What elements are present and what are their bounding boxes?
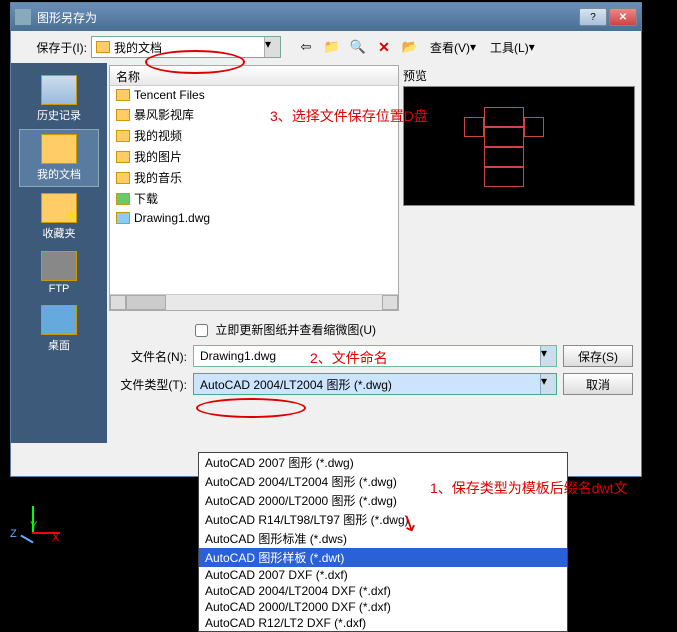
filetype-label: 文件类型(T): [115, 376, 187, 393]
folder-icon [116, 172, 130, 184]
folder-icon [116, 109, 130, 121]
list-item[interactable]: 我的视频 [110, 125, 398, 146]
file-list[interactable]: 名称 Tencent Files 暴风影视库 我的视频 我的图片 我的音乐 下载… [109, 65, 399, 311]
scroll-thumb[interactable] [126, 295, 166, 310]
sidebar-item-history[interactable]: 历史记录 [19, 71, 99, 127]
list-item[interactable]: 我的音乐 [110, 167, 398, 188]
titlebar[interactable]: 图形另存为 ? ✕ [11, 3, 641, 31]
close-button[interactable]: ✕ [609, 8, 637, 26]
chevron-down-icon[interactable]: ▾ [540, 374, 556, 394]
new-folder-button[interactable]: 📂 [399, 36, 421, 58]
scroll-left-icon[interactable] [110, 295, 126, 310]
save-in-combo[interactable]: 我的文档 ▾ [91, 36, 281, 58]
delete-button[interactable]: ✕ [373, 36, 395, 58]
places-sidebar: 历史记录 我的文档 收藏夹 FTP 桌面 [11, 63, 107, 443]
folder-icon [116, 89, 130, 101]
sidebar-item-desktop[interactable]: 桌面 [19, 301, 99, 357]
preview-label: 预览 [403, 65, 635, 86]
back-button[interactable]: ⇦ [295, 36, 317, 58]
update-thumbnail-label: 立即更新图纸并查看缩微图(U) [215, 323, 376, 337]
list-item[interactable]: 暴风影视库 [110, 104, 398, 125]
top-toolbar: 保存于(I): 我的文档 ▾ ⇦ 📁 🔍 ✕ 📂 查看(V) ▾ 工具(L) ▾ [11, 31, 641, 63]
scroll-right-icon[interactable] [382, 295, 398, 310]
update-thumbnail-checkbox[interactable] [195, 324, 208, 337]
filetype-combo[interactable]: AutoCAD 2004/LT2004 图形 (*.dwg) ▾ [193, 373, 557, 395]
help-button[interactable]: ? [579, 8, 607, 26]
cancel-button[interactable]: 取消 [563, 373, 633, 395]
sidebar-item-ftp[interactable]: FTP [19, 247, 99, 299]
filetype-option[interactable]: AutoCAD R12/LT2 DXF (*.dxf) [199, 615, 567, 631]
app-icon [15, 9, 31, 25]
save-as-dialog: 图形另存为 ? ✕ 保存于(I): 我的文档 ▾ ⇦ 📁 🔍 ✕ 📂 查看(V)… [10, 2, 642, 477]
download-icon [116, 193, 130, 205]
filetype-option[interactable]: AutoCAD 2000/LT2000 图形 (*.dwg) [199, 491, 567, 510]
preview-panel: 预览 [403, 65, 635, 311]
filename-value: Drawing1.dwg [200, 349, 276, 363]
filename-label: 文件名(N): [115, 348, 187, 365]
favorites-icon [41, 193, 77, 223]
view-menu[interactable]: 查看(V) ▾ [425, 36, 481, 58]
filetype-option[interactable]: AutoCAD 2000/LT2000 DXF (*.dxf) [199, 599, 567, 615]
up-folder-button[interactable]: 📁 [321, 36, 343, 58]
sidebar-item-favorites[interactable]: 收藏夹 [19, 189, 99, 245]
folder-icon [96, 41, 110, 53]
filetype-value: AutoCAD 2004/LT2004 图形 (*.dwg) [200, 376, 392, 393]
update-thumbnail-checkbox-row: 立即更新图纸并查看缩微图(U) [115, 317, 633, 342]
ucs-axis-icon: Y X Z [10, 492, 60, 542]
list-item[interactable]: Drawing1.dwg [110, 209, 398, 227]
chevron-down-icon[interactable]: ▾ [540, 346, 556, 366]
folder-icon [116, 151, 130, 163]
filetype-option-selected[interactable]: AutoCAD 图形样板 (*.dwt) [199, 548, 567, 567]
desktop-icon [41, 305, 77, 335]
list-item[interactable]: 下载 [110, 188, 398, 209]
sidebar-item-mydocs[interactable]: 我的文档 [19, 129, 99, 187]
dwg-icon [116, 212, 130, 224]
chevron-down-icon[interactable]: ▾ [264, 37, 280, 57]
filetype-option[interactable]: AutoCAD 图形标准 (*.dws) [199, 529, 567, 548]
save-button[interactable]: 保存(S) [563, 345, 633, 367]
filetype-option[interactable]: AutoCAD R14/LT98/LT97 图形 (*.dwg) [199, 510, 567, 529]
filetype-option[interactable]: AutoCAD 2007 DXF (*.dxf) [199, 567, 567, 583]
save-in-value: 我的文档 [114, 39, 162, 56]
filetype-option[interactable]: AutoCAD 2004/LT2004 DXF (*.dxf) [199, 583, 567, 599]
folder-icon [41, 134, 77, 164]
filetype-option[interactable]: AutoCAD 2007 图形 (*.dwg) [199, 453, 567, 472]
dialog-title: 图形另存为 [37, 9, 579, 26]
filetype-dropdown[interactable]: AutoCAD 2007 图形 (*.dwg) AutoCAD 2004/LT2… [198, 452, 568, 632]
folder-icon [116, 130, 130, 142]
filetype-option[interactable]: AutoCAD 2004/LT2004 图形 (*.dwg) [199, 472, 567, 491]
search-web-button[interactable]: 🔍 [347, 36, 369, 58]
history-icon [41, 75, 77, 105]
list-item[interactable]: Tencent Files [110, 86, 398, 104]
preview-image [403, 86, 635, 206]
list-item[interactable]: 我的图片 [110, 146, 398, 167]
ftp-icon [41, 251, 77, 281]
save-in-label: 保存于(I): [19, 39, 87, 56]
filename-input[interactable]: Drawing1.dwg ▾ [193, 345, 557, 367]
horizontal-scrollbar[interactable] [110, 294, 398, 310]
column-header-name[interactable]: 名称 [110, 66, 398, 86]
tools-menu[interactable]: 工具(L) ▾ [485, 36, 540, 58]
